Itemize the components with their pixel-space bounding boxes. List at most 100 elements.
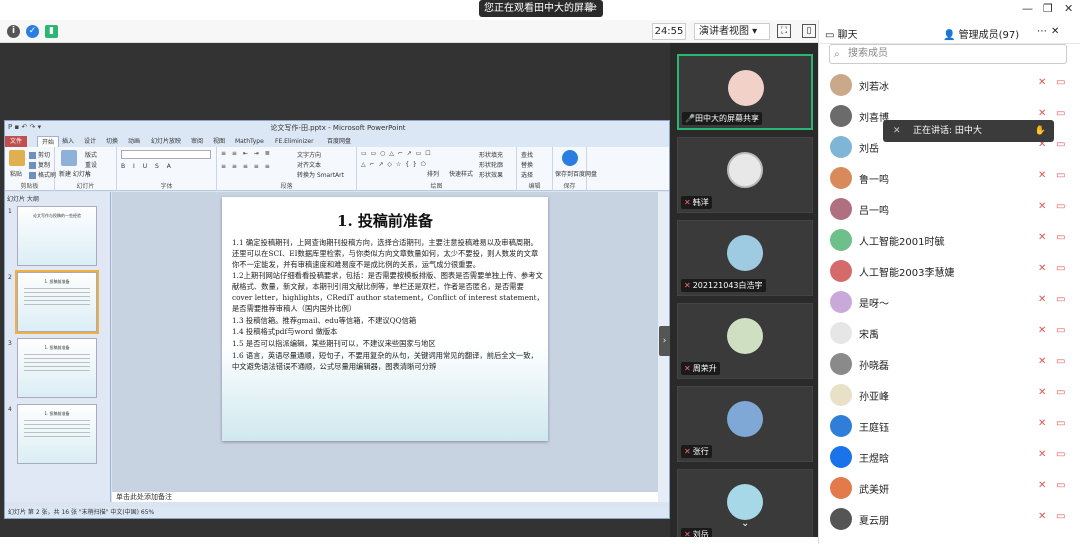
camera-off-icon[interactable]: ▭ [1056, 325, 1065, 336]
mic-off-icon[interactable]: ✕ [1038, 294, 1046, 305]
mic-off-icon[interactable]: ✕ [1038, 170, 1046, 181]
tab-design[interactable]: 设计 [84, 136, 96, 147]
save-to-baidu-button[interactable]: 保存到百度网盘 [555, 169, 597, 178]
tab-insert[interactable]: 插入 [62, 136, 74, 147]
mic-off-icon[interactable]: ✕ [1038, 449, 1046, 460]
tab-chat[interactable]: ▭ 聊天 [825, 26, 858, 41]
video-tile[interactable]: 🎤田中大的屏幕共享 [677, 54, 813, 130]
shield-icon[interactable]: ✓ [26, 25, 39, 38]
font-style-buttons[interactable]: B I U S A [121, 163, 174, 170]
baidu-cloud-icon[interactable] [562, 150, 578, 166]
collapse-video-button[interactable]: › [659, 326, 670, 356]
smartart-button[interactable]: 转换为 SmartArt [297, 170, 344, 179]
layout-icon[interactable]: ▯ [802, 24, 816, 38]
camera-off-icon[interactable]: ▭ [1056, 356, 1065, 367]
mic-off-icon[interactable]: ✕ [1038, 108, 1046, 119]
list-buttons[interactable]: ≡ ≡ ⇤ ⇥ ≣ [221, 150, 272, 157]
cut-button[interactable]: 剪切 [29, 150, 50, 159]
tab-eliminizer[interactable]: FE.Eliminizer [275, 136, 314, 147]
mic-off-icon[interactable]: ✕ [1038, 77, 1046, 88]
video-tile[interactable]: ✕ 周荣升 [677, 303, 813, 379]
slide-thumbnail-2[interactable]: 1. 投稿前准备 [15, 270, 99, 334]
paste-button[interactable]: 粘贴 [10, 169, 22, 178]
tab-slideshow[interactable]: 幻灯片放映 [151, 136, 181, 147]
fullscreen-icon[interactable]: ⛶ [777, 24, 791, 38]
member-row[interactable]: 孙亚峰 ✕ ▭ [830, 382, 1070, 408]
close-panel-button[interactable]: ✕ [1051, 26, 1059, 37]
tab-baidu[interactable]: 百度网盘 [327, 136, 351, 147]
shape-fill-button[interactable]: 形状填充 [479, 150, 503, 159]
camera-off-icon[interactable]: ▭ [1056, 511, 1065, 522]
video-tile[interactable]: ✕ 张行 [677, 386, 813, 462]
camera-off-icon[interactable]: ▭ [1056, 480, 1065, 491]
member-row[interactable]: 孙晓磊 ✕ ▭ [830, 351, 1070, 377]
reset-button[interactable]: 重设 [85, 160, 97, 169]
restore-button[interactable]: ❐ [1043, 2, 1053, 15]
switch-icon[interactable]: ⇄ [589, 0, 597, 17]
mic-off-icon[interactable]: ✕ [1038, 356, 1046, 367]
text-direction-button[interactable]: 文字方向 [297, 150, 321, 159]
mic-off-icon[interactable]: ✕ [1038, 325, 1046, 336]
member-row[interactable]: 吕一鸣 ✕ ▭ [830, 196, 1070, 222]
member-search-input[interactable]: ⌕ 搜索成员 [829, 44, 1067, 64]
slide-thumbnail-1[interactable]: 论文写作与投稿的一些经验 [17, 206, 97, 266]
notes-pane[interactable]: 单击此处添加备注 [112, 492, 658, 502]
slide-thumbnail-3[interactable]: 1. 投稿前准备 [17, 338, 97, 398]
thumbnail-tabs[interactable]: 幻灯片 大纲 [7, 194, 39, 203]
scroll-down-icon[interactable]: ⌄ [741, 518, 749, 529]
layout-button[interactable]: 版式 [85, 150, 97, 159]
member-row[interactable]: 鲁一鸣 ✕ ▭ [830, 165, 1070, 191]
camera-off-icon[interactable]: ▭ [1056, 418, 1065, 429]
member-row[interactable]: 武美妍 ✕ ▭ [830, 475, 1070, 501]
tab-view[interactable]: 视图 [213, 136, 225, 147]
member-row[interactable]: 刘若冰 ✕ ▭ [830, 72, 1070, 98]
tab-mathtype[interactable]: MathType [235, 136, 264, 147]
format-painter-button[interactable]: 格式刷 [29, 170, 56, 179]
align-buttons[interactable]: ≡ ≡ ≡ ≡ ≡ [221, 163, 272, 170]
camera-off-icon[interactable]: ▭ [1056, 449, 1065, 460]
new-slide-icon[interactable] [61, 150, 77, 166]
shape-outline-button[interactable]: 形状轮廓 [479, 160, 503, 169]
slide-thumbnail-4[interactable]: 1. 投稿前准备 [17, 404, 97, 464]
align-text-button[interactable]: 对齐文本 [297, 160, 321, 169]
member-row[interactable]: 宋禹 ✕ ▭ [830, 320, 1070, 346]
video-tile[interactable]: ✕ 202121043白浩宇 [677, 220, 813, 296]
camera-off-icon[interactable]: ▭ [1056, 108, 1065, 119]
minimize-button[interactable]: — [1022, 2, 1033, 15]
mic-off-icon[interactable]: ✕ [1038, 263, 1046, 274]
find-button[interactable]: 查找 [521, 150, 533, 159]
quick-access-toolbar[interactable]: P ▪ ↶ ↷ ▾ [8, 123, 41, 131]
tab-review[interactable]: 审阅 [191, 136, 203, 147]
signal-icon[interactable]: ▮ [45, 25, 58, 38]
camera-off-icon[interactable]: ▭ [1056, 201, 1065, 212]
mic-off-icon[interactable]: ✕ [1038, 232, 1046, 243]
mic-off-icon[interactable]: ✕ [1038, 387, 1046, 398]
arrange-button[interactable]: 排列 [427, 169, 439, 178]
current-slide[interactable]: 1. 投稿前准备 1.1 确定投稿期刊，上网查询期刊投稿方向，选择合适期刊，主要… [222, 197, 548, 441]
more-icon[interactable]: ⋯ [1037, 26, 1047, 37]
camera-off-icon[interactable]: ▭ [1056, 232, 1065, 243]
camera-off-icon[interactable]: ▭ [1056, 294, 1065, 305]
shapes-gallery[interactable]: ▭ ▭ ○ △ ⌐ ↗ ▭ ☐ [361, 150, 432, 157]
select-button[interactable]: 选择 [521, 170, 533, 179]
video-tile[interactable]: ✕ 刘岳 ⌄ [677, 469, 813, 544]
member-row[interactable]: 人工智能2001时毓 ✕ ▭ [830, 227, 1070, 253]
mic-off-icon[interactable]: ✕ [1038, 201, 1046, 212]
mic-off-icon[interactable]: ✕ [1038, 480, 1046, 491]
view-mode-dropdown[interactable]: 演讲者视图 ▾ [694, 23, 770, 40]
mic-off-icon[interactable]: ✕ [1038, 511, 1046, 522]
camera-off-icon[interactable]: ▭ [1056, 139, 1065, 150]
shapes-gallery-row2[interactable]: △ ⌐ ↗ ◇ ☆ { } ⬠ [361, 161, 427, 168]
member-row[interactable]: 人工智能2003李慧婕 ✕ ▭ [830, 258, 1070, 284]
camera-off-icon[interactable]: ▭ [1056, 387, 1065, 398]
close-window-button[interactable]: ✕ [1064, 2, 1073, 15]
camera-off-icon[interactable]: ▭ [1056, 77, 1065, 88]
tab-animation[interactable]: 动画 [128, 136, 140, 147]
tab-file[interactable]: 文件 [5, 136, 28, 147]
quick-styles-button[interactable]: 快速样式 [449, 169, 473, 178]
hand-icon[interactable]: ✋ [1035, 120, 1046, 142]
paste-icon[interactable] [9, 150, 25, 166]
tab-members[interactable]: 👤 管理成员(97) [943, 26, 1019, 41]
video-tile[interactable]: ✕ 韩洋 [677, 137, 813, 213]
replace-button[interactable]: 替换 [521, 160, 533, 169]
